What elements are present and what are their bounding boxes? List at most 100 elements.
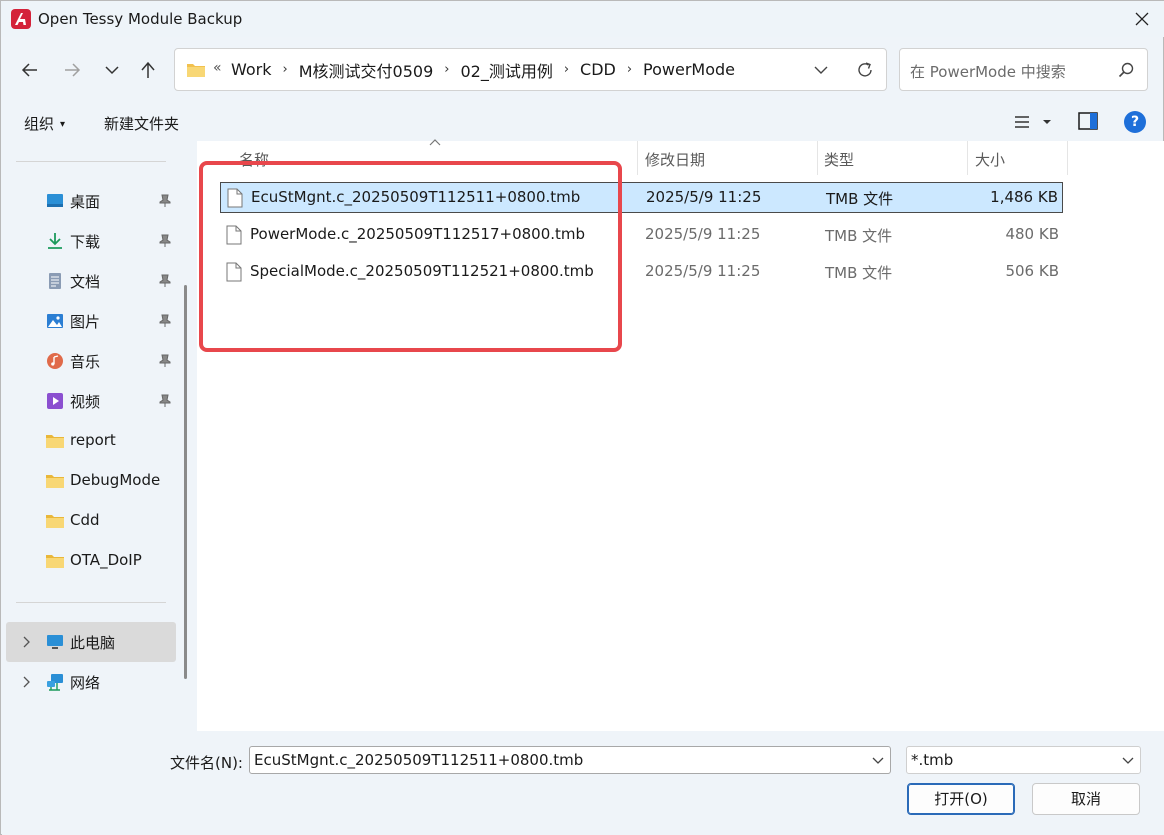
breadcrumb-separator[interactable]: ›	[444, 62, 449, 77]
column-header-type[interactable]: 类型	[818, 141, 967, 175]
file-size: 506 KB	[1005, 262, 1059, 280]
computer-icon	[47, 635, 63, 649]
sidebar-divider	[16, 161, 166, 162]
pin-icon[interactable]	[159, 314, 171, 328]
pin-icon[interactable]	[159, 234, 171, 248]
file-type: TMB 文件	[825, 264, 893, 282]
document-icon	[49, 273, 61, 289]
column-divider[interactable]	[1067, 141, 1068, 175]
download-icon	[48, 233, 62, 249]
view-menu-caret-icon[interactable]	[1042, 118, 1052, 126]
open-button[interactable]: 打开(O)	[907, 783, 1015, 815]
breadcrumb-separator[interactable]: ›	[283, 62, 288, 77]
column-header-label: 类型	[824, 151, 855, 169]
recent-locations-button[interactable]	[97, 55, 127, 85]
sidebar-item-debugmode[interactable]: DebugMode	[2, 461, 178, 501]
breadcrumb-separator[interactable]: ›	[564, 62, 569, 77]
address-bar[interactable]: « Work › M核测试交付0509 › 02_测试用例 › CDD › Po…	[174, 48, 887, 91]
sidebar-item-music[interactable]: 音乐	[2, 341, 178, 381]
sidebar-item-ota-doip[interactable]: OTA_DoIP	[2, 541, 178, 581]
arrow-right-icon	[65, 63, 81, 77]
view-options-icon[interactable]	[1013, 113, 1031, 131]
sidebar-item-label: 桌面	[70, 193, 101, 211]
breadcrumb-item[interactable]: 02_测试用例	[459, 58, 553, 82]
chevron-right-icon[interactable]	[21, 635, 31, 649]
pin-icon[interactable]	[159, 354, 171, 368]
breadcrumb-item[interactable]: PowerMode	[642, 60, 736, 79]
filetype-select[interactable]: *.tmb	[906, 746, 1141, 774]
sidebar-item-label: 图片	[70, 313, 101, 331]
filetype-value: *.tmb	[911, 751, 954, 769]
close-button[interactable]	[1119, 1, 1164, 37]
sidebar-item-label: 视频	[70, 393, 101, 411]
sidebar-item-report[interactable]: report	[2, 421, 178, 461]
arrow-up-icon	[141, 61, 155, 78]
sidebar-item-network[interactable]: 网络	[2, 662, 178, 702]
column-header-modified[interactable]: 修改日期	[638, 141, 817, 175]
file-modified: 2025/5/9 11:25	[645, 225, 761, 243]
preview-pane-icon[interactable]	[1078, 112, 1098, 130]
sidebar-item-label: 文档	[70, 273, 101, 291]
sidebar-item-this-pc[interactable]: 此电脑	[6, 622, 176, 662]
sidebar-item-documents[interactable]: 文档	[2, 261, 178, 301]
sidebar-item-label: OTA_DoIP	[70, 551, 142, 569]
column-header-size[interactable]: 大小	[968, 141, 1067, 175]
pictures-icon	[47, 314, 63, 328]
file-modified: 2025/5/9 11:25	[645, 262, 761, 280]
caret-down-icon: ▾	[60, 119, 66, 130]
pin-icon[interactable]	[159, 194, 171, 208]
file-modified: 2025/5/9 11:25	[646, 188, 762, 206]
breadcrumb-item[interactable]: CDD	[579, 60, 617, 79]
sidebar-item-label: 网络	[70, 674, 101, 692]
chevron-right-icon[interactable]	[21, 675, 31, 689]
arrow-left-icon	[21, 63, 37, 77]
title-bar: Open Tessy Module Backup	[1, 1, 1164, 37]
up-button[interactable]	[133, 55, 163, 85]
pin-icon[interactable]	[159, 274, 171, 288]
new-folder-button[interactable]: 新建文件夹	[104, 113, 179, 134]
breadcrumb: Work › M核测试交付0509 › 02_测试用例 › CDD › Powe…	[230, 49, 736, 90]
chevron-down-icon[interactable]	[872, 755, 884, 765]
sidebar-item-cdd[interactable]: Cdd	[2, 501, 178, 541]
search-icon[interactable]	[1118, 62, 1134, 78]
navigation-pane: 桌面 下载 文档 图片 音乐 视频 report DebugMode Cdd O…	[2, 141, 178, 731]
sidebar-divider	[16, 602, 166, 603]
sidebar-item-label: report	[70, 431, 116, 449]
window-title: Open Tessy Module Backup	[38, 10, 243, 28]
file-size: 480 KB	[1005, 225, 1059, 243]
sidebar-item-downloads[interactable]: 下载	[2, 221, 178, 261]
folder-icon	[46, 515, 64, 528]
sidebar-item-label: 此电脑	[70, 634, 116, 652]
search-input[interactable]: 在 PowerMode 中搜索	[899, 48, 1148, 91]
sidebar-item-label: 下载	[70, 233, 101, 251]
sidebar-scrollbar[interactable]	[184, 285, 187, 679]
video-icon	[47, 393, 63, 409]
breadcrumb-item[interactable]: M核测试交付0509	[298, 58, 435, 82]
network-icon	[47, 674, 63, 691]
sidebar-item-videos[interactable]: 视频	[2, 381, 178, 421]
desktop-icon	[47, 194, 63, 207]
back-button[interactable]	[15, 55, 45, 85]
breadcrumb-separator[interactable]: ›	[627, 62, 632, 77]
address-history-chevron-icon[interactable]	[813, 63, 829, 77]
close-icon	[1135, 12, 1149, 26]
breadcrumb-item[interactable]: Work	[230, 60, 273, 79]
filename-input[interactable]: EcuStMgnt.c_20250509T112511+0800.tmb	[249, 746, 891, 774]
pin-icon[interactable]	[159, 394, 171, 408]
forward-button[interactable]	[57, 55, 87, 85]
folder-icon	[46, 555, 64, 568]
organize-menu-button[interactable]: 组织 ▾	[24, 113, 65, 134]
help-icon[interactable]: ?	[1124, 111, 1146, 133]
folder-icon	[187, 64, 205, 77]
music-icon	[47, 353, 63, 369]
chevron-down-icon	[105, 66, 119, 75]
tessy-app-icon	[11, 9, 31, 29]
chevron-down-icon[interactable]	[1122, 755, 1134, 765]
breadcrumb-overflow[interactable]: «	[213, 60, 222, 76]
folder-icon	[46, 435, 64, 448]
sidebar-item-desktop[interactable]: 桌面	[2, 181, 178, 221]
column-header-label: 大小	[975, 151, 1006, 169]
sidebar-item-pictures[interactable]: 图片	[2, 301, 178, 341]
cancel-button[interactable]: 取消	[1032, 783, 1140, 815]
refresh-icon[interactable]	[855, 60, 875, 80]
